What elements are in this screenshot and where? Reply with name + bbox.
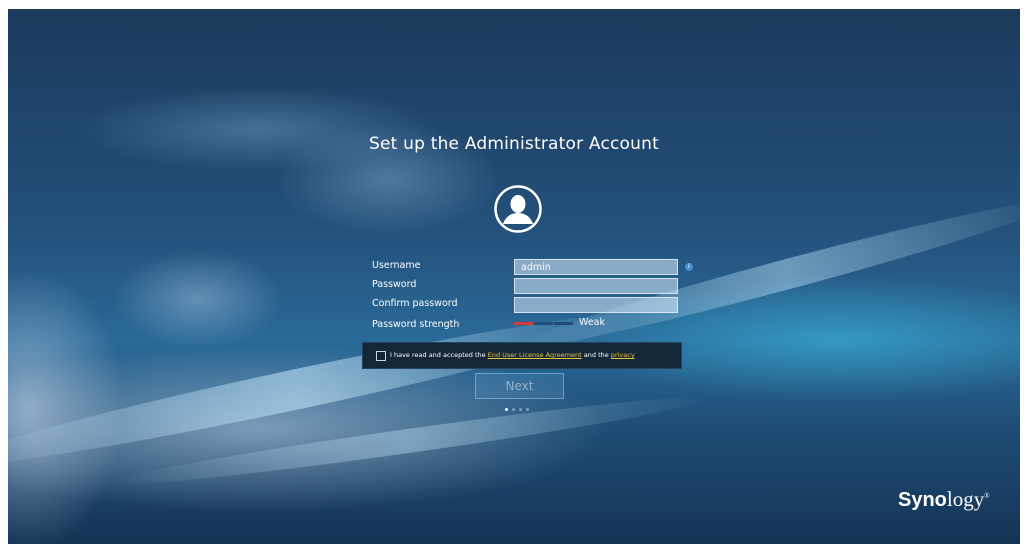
eula-checkbox[interactable]	[376, 351, 386, 361]
page-title: Set up the Administrator Account	[369, 134, 659, 154]
password-strength-label: Password strength	[372, 319, 460, 330]
password-field[interactable]	[514, 278, 678, 294]
eula-text-middle: and the	[581, 351, 611, 359]
step-dot	[526, 408, 529, 411]
password-strength-value: Weak	[579, 317, 606, 328]
login-background: Set up the Administrator Account Usernam…	[8, 9, 1020, 544]
step-dot	[512, 408, 515, 411]
username-label: Username	[372, 260, 421, 271]
synology-logo: Synology®	[898, 487, 990, 511]
step-dot	[519, 408, 522, 411]
eula-panel: I have read and accepted the End User Li…	[362, 342, 682, 369]
strength-segment	[554, 322, 573, 325]
privacy-link[interactable]: privacy	[611, 351, 635, 359]
strength-segment	[534, 322, 553, 325]
password-label: Password	[372, 279, 417, 290]
username-field[interactable]: admin	[514, 259, 678, 275]
eula-text-before: I have read and accepted the	[390, 351, 488, 359]
confirm-password-label: Confirm password	[372, 298, 458, 309]
eula-text: I have read and accepted the End User Li…	[390, 351, 635, 359]
eula-link[interactable]: End User License Agreement	[488, 351, 582, 359]
user-avatar-icon	[494, 185, 542, 233]
confirm-password-field[interactable]	[514, 297, 678, 313]
strength-segment	[514, 322, 533, 325]
next-button[interactable]: Next	[475, 373, 564, 399]
step-dot-active	[505, 408, 508, 411]
info-icon[interactable]: i	[685, 263, 693, 271]
